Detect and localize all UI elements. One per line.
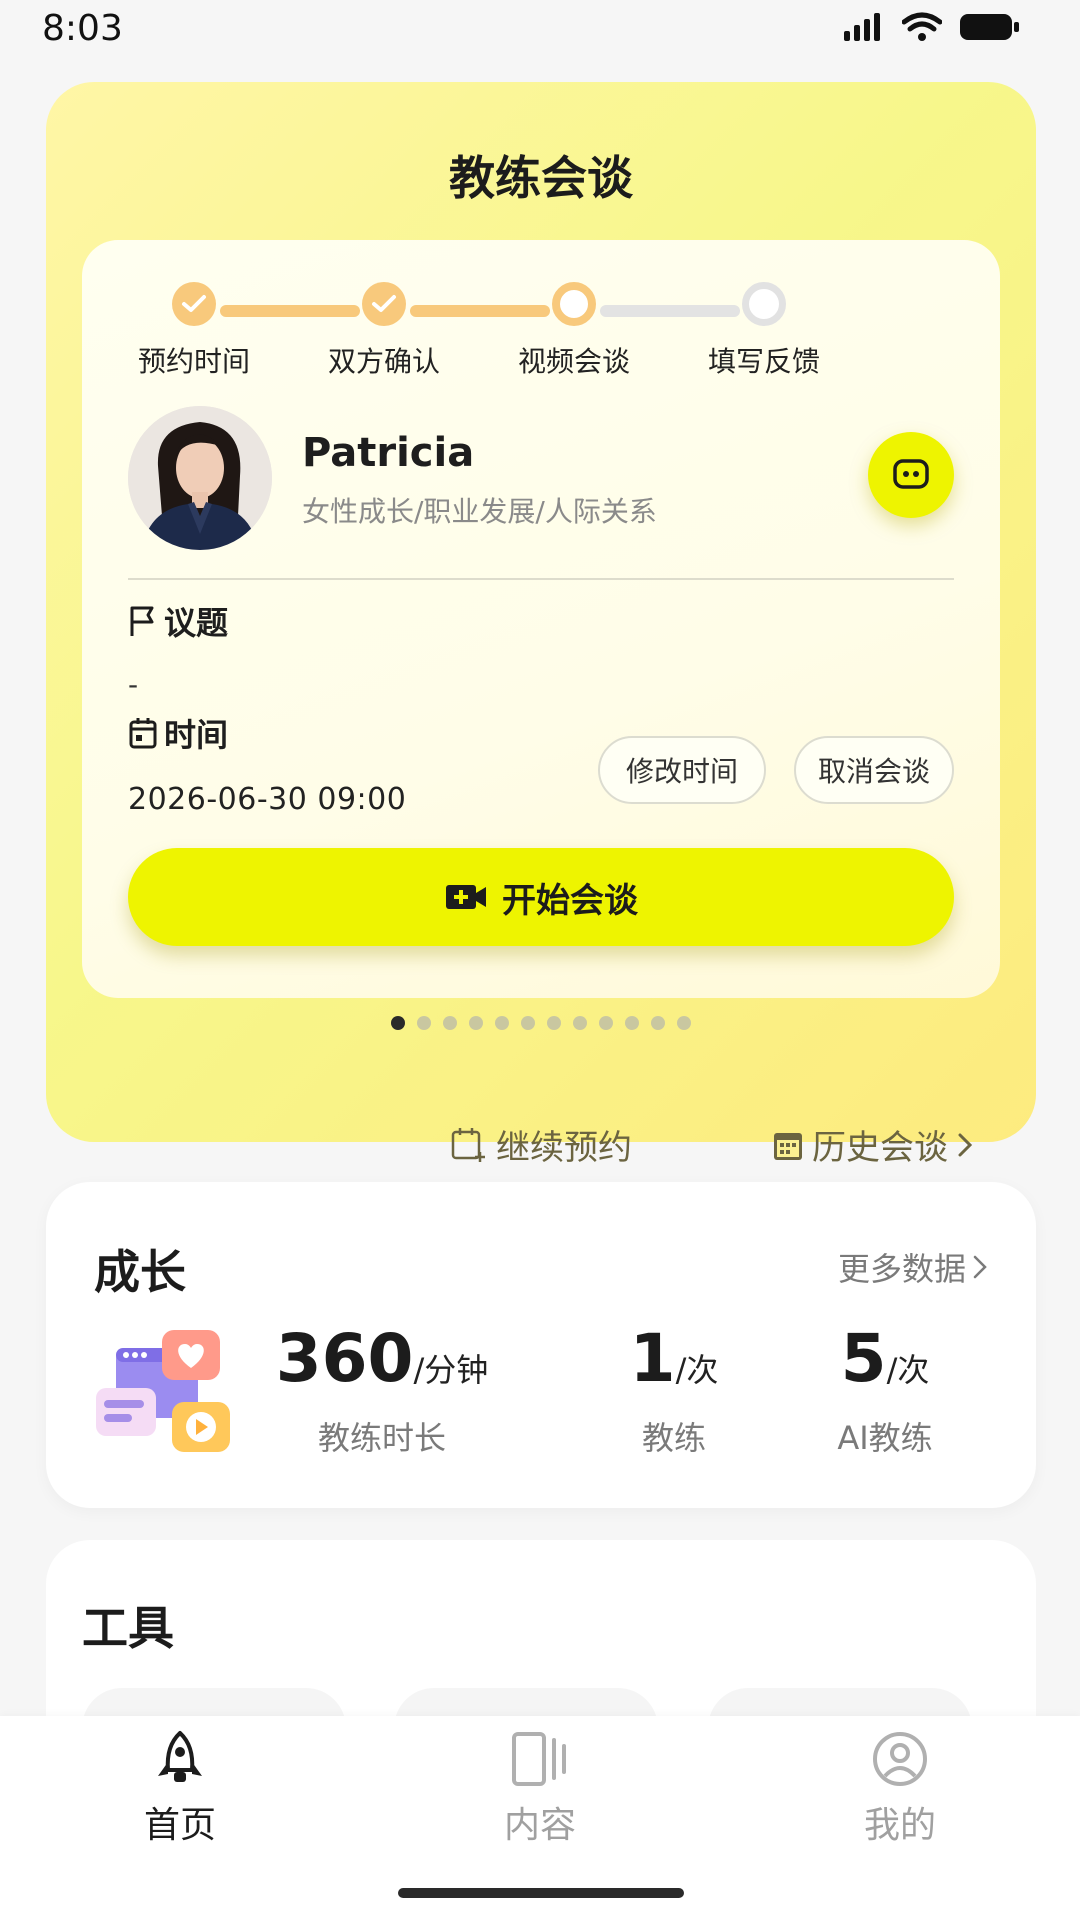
battery-icon: [960, 14, 1019, 40]
status-bar: 8:03: [0, 0, 1080, 70]
nav-profile[interactable]: 我的: [800, 1730, 1000, 1848]
stat-label: 教练: [641, 1419, 706, 1457]
step-confirm: 双方确认: [284, 282, 484, 380]
divider: [128, 578, 954, 580]
growth-illustration-icon: [96, 1330, 230, 1452]
status-time: 8:03: [42, 8, 123, 49]
pending-step-indicator: [742, 282, 786, 326]
current-step-indicator: [552, 282, 596, 326]
rocket-icon: [158, 1731, 202, 1782]
session-time: 2026-06-30 09:00: [128, 782, 407, 817]
content-icon: [512, 1732, 566, 1786]
stat-label: 教练时长: [317, 1419, 446, 1457]
session-progress-steps: 预约时间 双方确认 视频会谈 填写反馈: [82, 282, 1000, 392]
coach-specialties: 女性成长/职业发展/人际关系: [302, 495, 657, 528]
topic-value: -: [128, 668, 139, 701]
signal-icon: [844, 13, 880, 41]
pager-dot[interactable]: [391, 1016, 405, 1030]
chat-button[interactable]: [868, 432, 954, 518]
time-label-text: 时间: [164, 716, 229, 754]
calendar-icon: [774, 1132, 802, 1160]
calendar-add-icon: [451, 1127, 485, 1162]
stat-value: 1: [629, 1320, 676, 1397]
calendar-icon: [129, 718, 157, 749]
pager-dot[interactable]: [443, 1016, 457, 1030]
nav-content[interactable]: 内容: [440, 1730, 640, 1848]
pager-dot[interactable]: [469, 1016, 483, 1030]
continue-booking-link[interactable]: 继续预约: [450, 1120, 632, 1169]
wifi-icon: [902, 12, 942, 41]
more-data-link[interactable]: 更多数据: [838, 1244, 988, 1290]
cancel-session-button[interactable]: 取消会谈: [794, 736, 954, 804]
start-session-label: 开始会谈: [502, 880, 638, 921]
topic-label: 议题: [128, 598, 228, 644]
nav-label: 首页: [143, 1805, 216, 1846]
stat-value: 5: [840, 1320, 887, 1397]
video-camera-icon: [446, 885, 486, 909]
stat-unit: /分钟: [413, 1351, 489, 1389]
more-data-label: 更多数据: [837, 1250, 966, 1288]
coach-avatar[interactable]: [128, 406, 272, 550]
pager-dot[interactable]: [677, 1016, 691, 1030]
step-video-session: 视频会谈: [474, 282, 674, 380]
stat-coaching-count: 1/次 教练: [614, 1320, 734, 1459]
topic-label-text: 议题: [164, 604, 229, 642]
coaching-session-card: 教练会谈 预约时间 双方确认 视频会谈 填写反馈 Patricia 女性成长/职…: [46, 82, 1036, 1168]
pager-dot[interactable]: [521, 1016, 535, 1030]
coach-name: Patricia: [302, 430, 475, 476]
step-feedback: 填写反馈: [664, 282, 864, 380]
user-icon: [873, 1732, 927, 1786]
nav-home[interactable]: 首页: [80, 1730, 280, 1848]
modify-time-button[interactable]: 修改时间: [598, 736, 766, 804]
pager-dot[interactable]: [547, 1016, 561, 1030]
stat-coaching-duration: 360/分钟 教练时长: [272, 1320, 492, 1459]
growth-title: 成长: [94, 1245, 186, 1299]
coaching-session-title: 教练会谈: [449, 151, 633, 205]
step-label: 双方确认: [327, 345, 440, 378]
stat-ai-coaching-count: 5/次 AI教练: [810, 1320, 960, 1459]
history-sessions-label: 历史会谈: [812, 1128, 948, 1168]
pager-dot[interactable]: [573, 1016, 587, 1030]
home-indicator[interactable]: [398, 1888, 684, 1898]
nav-label: 我的: [863, 1805, 936, 1846]
chat-icon: [893, 459, 929, 489]
status-icons: [844, 12, 1020, 42]
step-label: 视频会谈: [517, 345, 630, 378]
chevron-right-icon: [973, 1255, 987, 1279]
pager-dot[interactable]: [599, 1016, 613, 1030]
step-label: 填写反馈: [707, 345, 820, 378]
step-book-time: 预约时间: [94, 282, 294, 380]
time-label: 时间: [128, 710, 228, 756]
continue-booking-label: 继续预约: [496, 1128, 632, 1168]
pager-dot[interactable]: [625, 1016, 639, 1030]
start-session-button[interactable]: 开始会谈: [128, 848, 954, 946]
step-label: 预约时间: [137, 345, 250, 378]
check-icon: [172, 282, 216, 326]
growth-card: 成长 更多数据 360/分钟 教练时长 1/次 教练 5/次 AI教练: [46, 1182, 1036, 1508]
pager-dot[interactable]: [651, 1016, 665, 1030]
chevron-right-icon: [958, 1133, 973, 1156]
stat-value: 360: [275, 1320, 414, 1397]
history-sessions-link[interactable]: 历史会谈: [772, 1120, 974, 1169]
check-icon: [362, 282, 406, 326]
nav-label: 内容: [503, 1805, 576, 1846]
stat-label: AI教练: [837, 1419, 933, 1457]
carousel-pager: [46, 1016, 1036, 1030]
stat-unit: /次: [675, 1351, 719, 1389]
stat-unit: /次: [886, 1351, 930, 1389]
flag-icon: [130, 606, 154, 636]
pager-dot[interactable]: [495, 1016, 509, 1030]
tools-title: 工具: [82, 1601, 174, 1655]
pager-dot[interactable]: [417, 1016, 431, 1030]
session-detail-card: 预约时间 双方确认 视频会谈 填写反馈 Patricia 女性成长/职业发展/人…: [82, 240, 1000, 998]
